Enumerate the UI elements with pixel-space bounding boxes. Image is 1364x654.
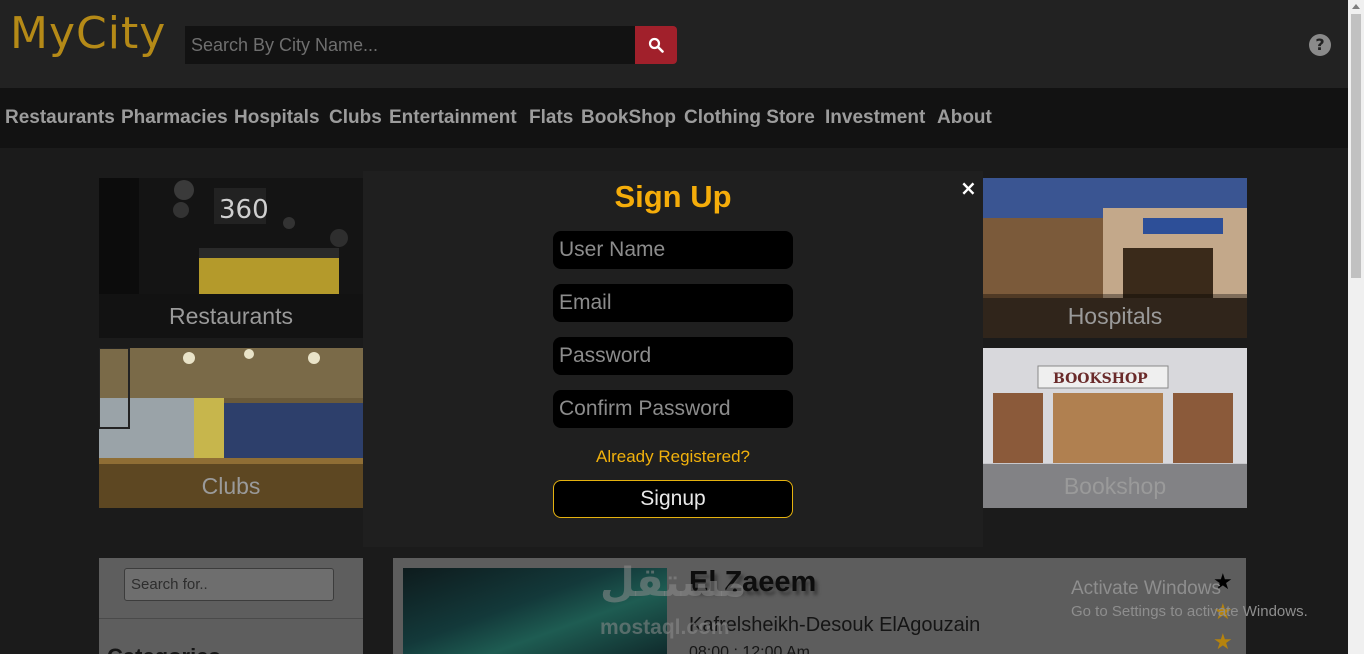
category-nav: Restaurants Pharmacies Hospitals Clubs E… [0,88,1348,148]
scroll-up-arrow-icon[interactable] [1352,4,1360,9]
nav-item-clubs[interactable]: Clubs [329,107,382,129]
signup-button[interactable]: Signup [553,480,793,518]
nav-item-investment[interactable]: Investment [825,107,925,129]
windows-activation-subtitle: Go to Settings to activate Windows. [1071,603,1308,620]
modal-title: Sign Up [614,179,732,214]
sidebar-divider [99,618,363,619]
nav-item-bookshop[interactable]: BookShop [581,107,676,129]
username-field[interactable] [553,231,793,269]
windows-activation-title: Activate Windows [1071,578,1221,599]
close-icon[interactable]: × [960,176,977,200]
nav-item-clothing-store[interactable]: Clothing Store [684,107,815,129]
search-button[interactable] [635,26,677,64]
nav-item-flats[interactable]: Flats [529,107,573,129]
rating-star-icon: ★ [1213,630,1233,654]
email-field[interactable] [553,284,793,322]
search-icon [648,37,664,53]
place-address: Kafrelsheikh-Desouk ElAgouzain [689,614,981,636]
bookshop-sign: BOOKSHOP [1053,371,1148,387]
watermark-arabic: مستقل [600,560,747,606]
nav-item-restaurants[interactable]: Restaurants [5,107,115,129]
tile-clubs[interactable]: Clubs [99,348,363,508]
confirm-password-field[interactable] [553,390,793,428]
watermark-latin: mostaql.com [600,616,730,639]
city-search-input[interactable] [185,26,635,64]
tile-bookshop[interactable]: BOOKSHOP Bookshop [983,348,1247,508]
tile-hospitals[interactable]: Hospitals [983,178,1247,338]
nav-item-hospitals[interactable]: Hospitals [234,107,320,129]
tile-label: Restaurants [99,294,363,338]
page-scrollbar[interactable] [1348,0,1364,654]
top-header: MyCity ? [0,0,1348,88]
restaurant-sign: 360 [219,195,269,225]
tile-label: Bookshop [983,464,1247,508]
site-logo[interactable]: MyCity [10,8,166,59]
nav-item-about[interactable]: About [937,107,992,129]
already-registered-link[interactable]: Already Registered? [363,447,983,467]
password-field[interactable] [553,337,793,375]
sidebar-title: Categories [107,644,221,654]
tile-label: Clubs [99,464,363,508]
tile-restaurants[interactable]: 360 Restaurants [99,178,363,338]
nav-item-pharmacies[interactable]: Pharmacies [121,107,228,129]
sidebar-search-input[interactable] [124,568,334,601]
place-hours: 08:00 : 12:00 Am [689,644,810,654]
sidebar: Categories [99,558,363,654]
help-icon[interactable]: ? [1309,34,1331,56]
signup-modal: Sign Up × Already Registered? Signup [363,171,983,547]
tile-label: Hospitals [983,294,1247,338]
nav-item-entertainment[interactable]: Entertainment [389,107,517,129]
scroll-thumb[interactable] [1351,14,1361,278]
